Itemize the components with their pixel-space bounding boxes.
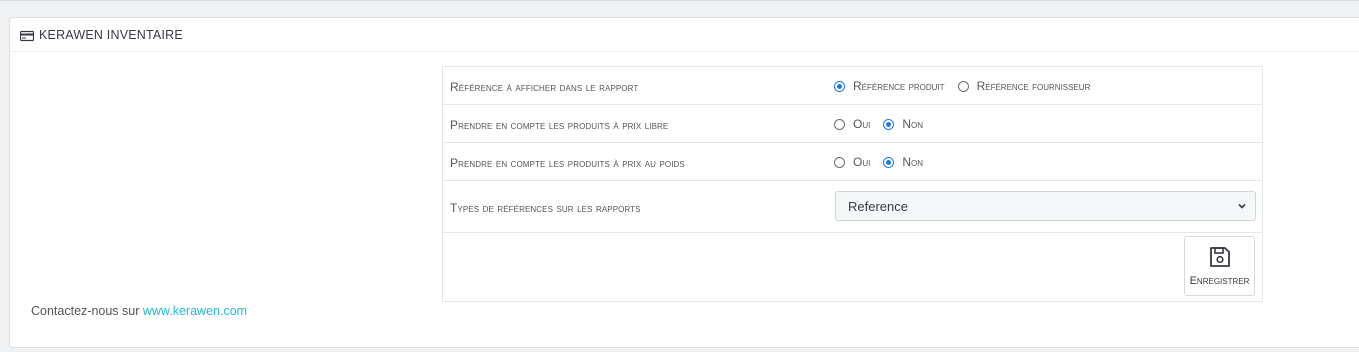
radio-label: Référence fournisseur — [976, 79, 1091, 93]
radio-unchecked-indicator[interactable] — [957, 80, 969, 92]
credit-card-icon — [19, 29, 35, 41]
radio-reference-produit[interactable]: Référence produit — [834, 79, 945, 93]
row-prix-libre: Prendre en compte les produits à prix li… — [443, 105, 1262, 143]
save-button[interactable]: Enregistrer — [1184, 236, 1255, 296]
radio-unchecked-indicator[interactable] — [834, 156, 845, 168]
kerawen-inventaire-panel: KERAWEN INVENTAIRE Référence à afficher … — [9, 17, 1359, 348]
radio-prix-au-poids-non[interactable]: Non — [883, 155, 923, 169]
row-label: Prendre en compte les produits à prix au… — [450, 156, 685, 170]
reference-radio-group: Référence produit Référence fournisseur — [834, 79, 1103, 93]
radio-label: Oui — [853, 155, 871, 169]
radio-label: Non — [902, 155, 924, 169]
row-prix-au-poids: Prendre en compte les produits à prix au… — [443, 143, 1262, 181]
row-reference-display: Référence à afficher dans le rapport Réf… — [443, 67, 1262, 105]
radio-label: Non — [902, 117, 924, 131]
chevron-down-icon — [1238, 203, 1246, 209]
radio-reference-fournisseur[interactable]: Référence fournisseur — [957, 79, 1091, 93]
row-label: Types de références sur les rapports — [450, 201, 641, 215]
prix-libre-radio-group: Oui Non — [834, 117, 936, 131]
prix-au-poids-radio-group: Oui Non — [834, 155, 936, 169]
settings-form: Référence à afficher dans le rapport Réf… — [442, 66, 1263, 302]
contact-text: Contactez-nous sur — [31, 304, 143, 318]
select-value: Reference — [848, 198, 908, 214]
contact-footer: Contactez-nous sur www.kerawen.com — [31, 304, 247, 318]
row-label: Prendre en compte les produits à prix li… — [450, 118, 669, 132]
panel-title: KERAWEN INVENTAIRE — [39, 27, 183, 42]
row-types-references: Types de références sur les rapports Ref… — [443, 181, 1262, 233]
save-button-label: Enregistrer — [1189, 275, 1250, 287]
radio-label: Référence produit — [853, 79, 945, 93]
radio-prix-libre-oui[interactable]: Oui — [834, 117, 870, 131]
top-divider — [0, 0, 1359, 1]
reference-type-select[interactable]: Reference — [835, 191, 1256, 221]
radio-prix-libre-non[interactable]: Non — [883, 117, 923, 131]
radio-checked-indicator[interactable] — [834, 80, 845, 92]
floppy-disk-icon — [1210, 247, 1230, 267]
kerawen-website-link[interactable]: www.kerawen.com — [143, 304, 247, 318]
panel-heading: KERAWEN INVENTAIRE — [10, 18, 1359, 52]
radio-prix-au-poids-oui[interactable]: Oui — [834, 155, 870, 169]
radio-checked-indicator[interactable] — [883, 118, 895, 130]
radio-label: Oui — [853, 117, 871, 131]
radio-unchecked-indicator[interactable] — [834, 118, 845, 130]
radio-checked-indicator[interactable] — [883, 156, 895, 168]
row-label: Référence à afficher dans le rapport — [450, 80, 639, 94]
